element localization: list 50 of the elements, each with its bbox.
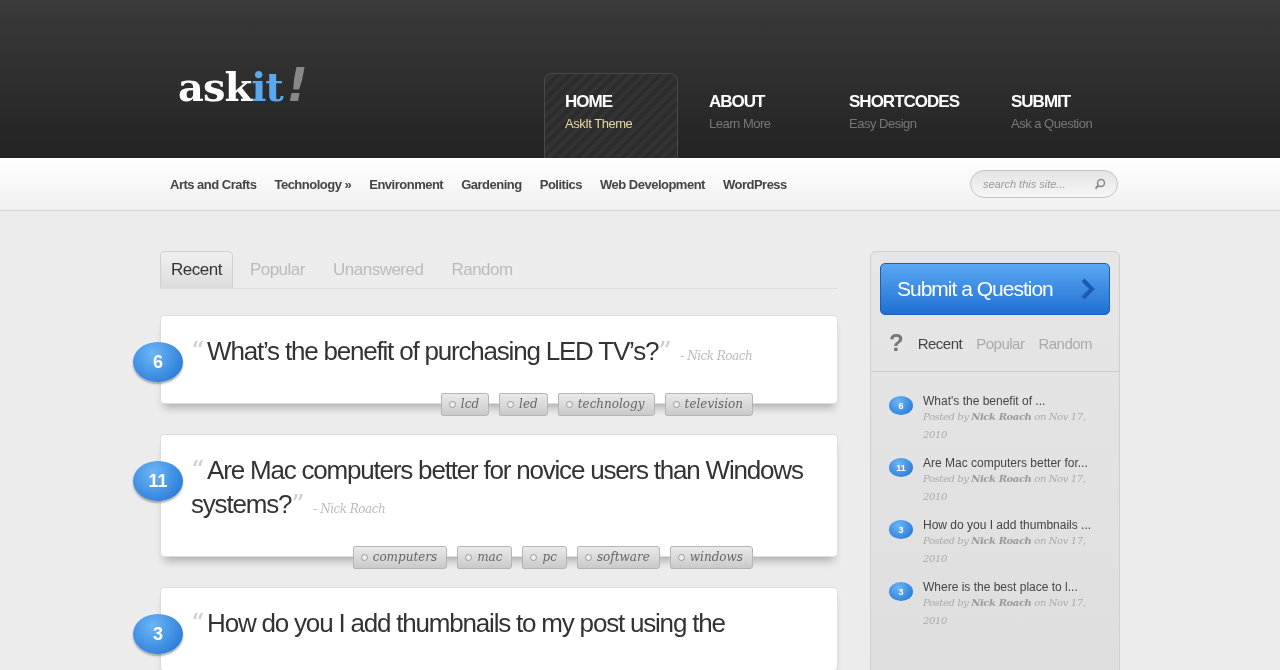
main-nav-item[interactable]: ABOUT Learn More <box>688 73 819 158</box>
tag-link[interactable]: lcd <box>440 393 490 416</box>
tag-link[interactable]: software <box>576 546 660 569</box>
askit-logo[interactable]: askit! <box>178 58 307 112</box>
recent-question-link[interactable]: Where is the best place to l... <box>923 580 1101 594</box>
answer-count-bubble: 11 <box>133 461 183 501</box>
tag-link[interactable]: led <box>499 393 548 416</box>
tag-link[interactable]: mac <box>457 546 513 569</box>
category-link[interactable]: WordPress <box>722 176 787 192</box>
search-icon[interactable] <box>1094 178 1106 190</box>
tag-link[interactable]: television <box>664 393 753 416</box>
answer-count-bubble: 3 <box>133 614 183 654</box>
nav-title: SHORTCODES <box>849 92 959 112</box>
answer-count-bubble: 3 <box>889 520 913 539</box>
search-field[interactable]: search this site... <box>970 170 1118 198</box>
recent-question-link[interactable]: How do you I add thumbnails ... <box>923 518 1101 532</box>
tag-link[interactable]: computers <box>352 546 448 569</box>
nav-subtitle: Ask a Question <box>1011 116 1093 131</box>
question-title[interactable]: “How do you I add thumbnails to my post using the <box>191 606 807 640</box>
answer-count-bubble: 3 <box>889 582 913 601</box>
submit-question-button[interactable]: Submit a Question <box>880 263 1110 315</box>
main-nav-item[interactable]: SHORTCODES Easy Design <box>828 73 980 158</box>
category-link[interactable]: Arts and Crafts <box>170 176 257 192</box>
nav-subtitle: AskIt Theme <box>565 116 633 131</box>
answer-count-bubble: 6 <box>133 342 183 382</box>
recent-question-link[interactable]: What's the benefit of ... <box>923 394 1101 408</box>
question-title[interactable]: “Are Mac computers better for novice users than Windows systems?” - Nick Roach <box>191 453 807 526</box>
nav-title: HOME <box>565 92 613 112</box>
tag-link[interactable]: technology <box>557 393 655 416</box>
tag-link[interactable]: windows <box>669 546 753 569</box>
main-nav-item[interactable]: HOME AskIt Theme <box>544 73 679 158</box>
recent-question-link[interactable]: Are Mac computers better for... <box>923 456 1101 470</box>
category-link[interactable]: Gardening <box>461 176 522 192</box>
main-nav-item[interactable]: SUBMIT Ask a Question <box>990 73 1120 158</box>
category-link[interactable]: Politics <box>539 176 582 192</box>
sidebar-tab[interactable]: Recent <box>917 334 963 352</box>
nav-subtitle: Easy Design <box>849 116 917 131</box>
question-title[interactable]: “What’s the benefit of purchasing LED TV’s?” - Nick Roach <box>191 334 807 373</box>
nav-title: SUBMIT <box>1011 92 1071 112</box>
nav-subtitle: Learn More <box>709 116 771 131</box>
answer-count-bubble: 11 <box>889 458 913 477</box>
category-link[interactable]: Technology » <box>274 176 352 192</box>
category-link[interactable]: Environment <box>369 176 444 192</box>
question-tab[interactable]: Recent <box>160 251 233 288</box>
category-link[interactable]: Web Development <box>600 176 705 192</box>
question-mark-icon: ? <box>889 329 904 357</box>
tag-link[interactable]: pc <box>522 546 567 569</box>
chevron-right-icon <box>1081 278 1095 300</box>
nav-title: ABOUT <box>709 92 765 112</box>
answer-count-bubble: 6 <box>889 396 913 415</box>
